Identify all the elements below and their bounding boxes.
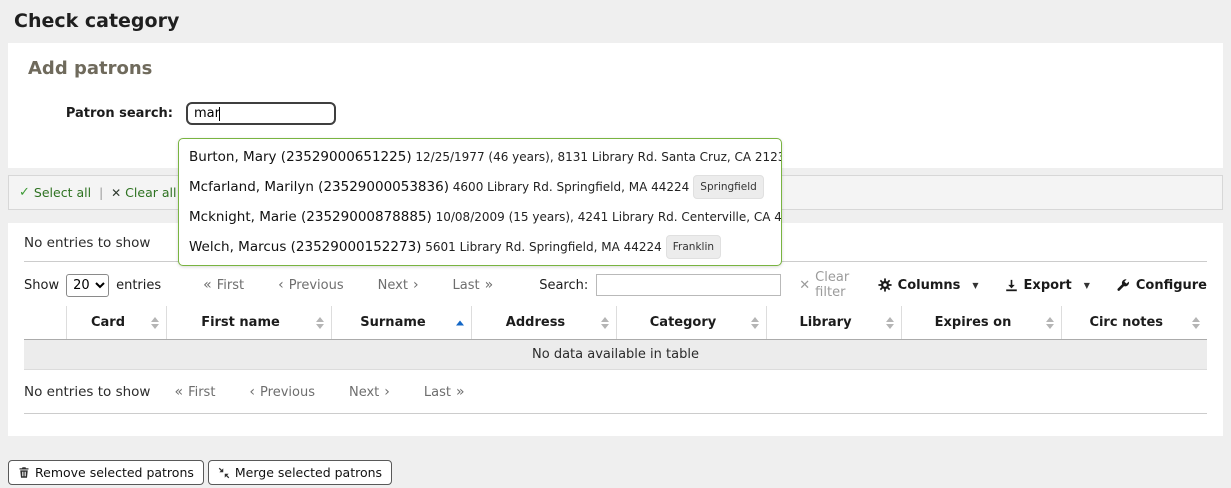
entries-label: entries: [116, 278, 161, 293]
sort-icon: [1192, 317, 1200, 329]
chevron-left-icon: ‹: [278, 277, 284, 293]
x-icon: ✕: [799, 278, 810, 293]
library-badge: Springfield: [693, 175, 764, 199]
double-chevron-right-icon: »: [456, 384, 465, 400]
library-badge: Franklin: [666, 235, 721, 259]
table-search-input[interactable]: [596, 274, 781, 296]
patron-search-input[interactable]: [186, 102, 336, 125]
merge-selected-patrons-button[interactable]: Merge selected patrons: [208, 460, 392, 485]
caret-down-icon: ▼: [1084, 281, 1090, 290]
clear-filter-button[interactable]: ✕ Clear filter: [799, 270, 877, 300]
remove-selected-patrons-button[interactable]: Remove selected patrons: [8, 460, 204, 485]
column-header-category[interactable]: Category: [616, 306, 766, 340]
sort-icon: [751, 317, 759, 329]
first-page-button[interactable]: «First: [174, 384, 215, 400]
table-search-label: Search:: [539, 278, 588, 293]
next-page-button[interactable]: Next›: [378, 277, 419, 293]
last-page-button[interactable]: Last»: [424, 384, 465, 400]
merge-compress-icon: [218, 467, 230, 479]
sort-icon: [601, 317, 609, 329]
caret-down-icon: ▼: [972, 281, 978, 290]
column-header-checkbox: [24, 306, 66, 340]
x-icon: ✕: [111, 186, 121, 200]
double-chevron-right-icon: »: [485, 277, 494, 293]
column-header-expires-on[interactable]: Expires on: [901, 306, 1061, 340]
double-chevron-left-icon: «: [203, 277, 212, 293]
sort-icon: [1046, 317, 1054, 329]
last-page-button[interactable]: Last»: [453, 277, 494, 293]
page-title: Check category: [14, 10, 1217, 32]
sort-icon: [316, 317, 324, 329]
export-dropdown-button[interactable]: Export ▼: [1005, 278, 1090, 293]
chevron-left-icon: ‹: [249, 384, 255, 400]
previous-page-button[interactable]: ‹Previous: [249, 384, 315, 400]
autocomplete-result[interactable]: Welch, Marcus (23529000152273) 5601 Libr…: [179, 232, 781, 262]
autocomplete-result[interactable]: Mcknight, Marie (23529000878885) 10/08/2…: [179, 202, 781, 232]
table-info-bottom: No entries to show: [24, 384, 150, 400]
chevron-right-icon: ›: [413, 277, 419, 293]
download-icon: [1005, 279, 1018, 292]
trash-icon: [18, 466, 30, 479]
column-header-card[interactable]: Card: [66, 306, 166, 340]
column-header-first-name[interactable]: First name: [166, 306, 331, 340]
no-data-message: No data available in table: [24, 340, 1207, 370]
gear-icon: [878, 278, 892, 292]
next-page-button[interactable]: Next›: [349, 384, 390, 400]
autocomplete-result[interactable]: Burton, Mary (23529000651225) 12/25/1977…: [179, 142, 781, 172]
sort-icon: [151, 317, 159, 329]
patron-search-label: Patron search:: [8, 106, 173, 121]
previous-page-button[interactable]: ‹Previous: [278, 277, 344, 293]
separator: |: [99, 186, 103, 200]
sort-asc-icon: [456, 320, 464, 325]
patron-autocomplete-dropdown: Burton, Mary (23529000651225) 12/25/1977…: [178, 138, 782, 266]
column-header-address[interactable]: Address: [471, 306, 616, 340]
page-length-select[interactable]: 20: [66, 274, 109, 297]
autocomplete-result[interactable]: Mcfarland, Marilyn (23529000053836) 4600…: [179, 172, 781, 202]
add-patrons-heading: Add patrons: [8, 43, 1223, 79]
first-page-button[interactable]: «First: [203, 277, 244, 293]
divider: [24, 413, 1207, 414]
empty-table-row: No data available in table: [24, 340, 1207, 370]
column-header-surname[interactable]: Surname: [331, 306, 471, 340]
show-label: Show: [24, 278, 59, 293]
select-all-link[interactable]: ✓ Select all: [19, 185, 91, 200]
patrons-table: Card First name Surname Address Category…: [24, 306, 1207, 370]
columns-dropdown-button[interactable]: Columns ▼: [878, 278, 979, 293]
sort-icon: [886, 317, 894, 329]
check-icon: ✓: [19, 185, 30, 200]
double-chevron-left-icon: «: [174, 384, 183, 400]
column-header-library[interactable]: Library: [766, 306, 901, 340]
wrench-icon: [1116, 278, 1130, 292]
clear-all-link[interactable]: ✕ Clear all: [111, 185, 176, 200]
configure-button[interactable]: Configure: [1116, 278, 1207, 293]
text-caret: [219, 107, 220, 121]
column-header-circ-notes[interactable]: Circ notes: [1061, 306, 1207, 340]
chevron-right-icon: ›: [384, 384, 390, 400]
